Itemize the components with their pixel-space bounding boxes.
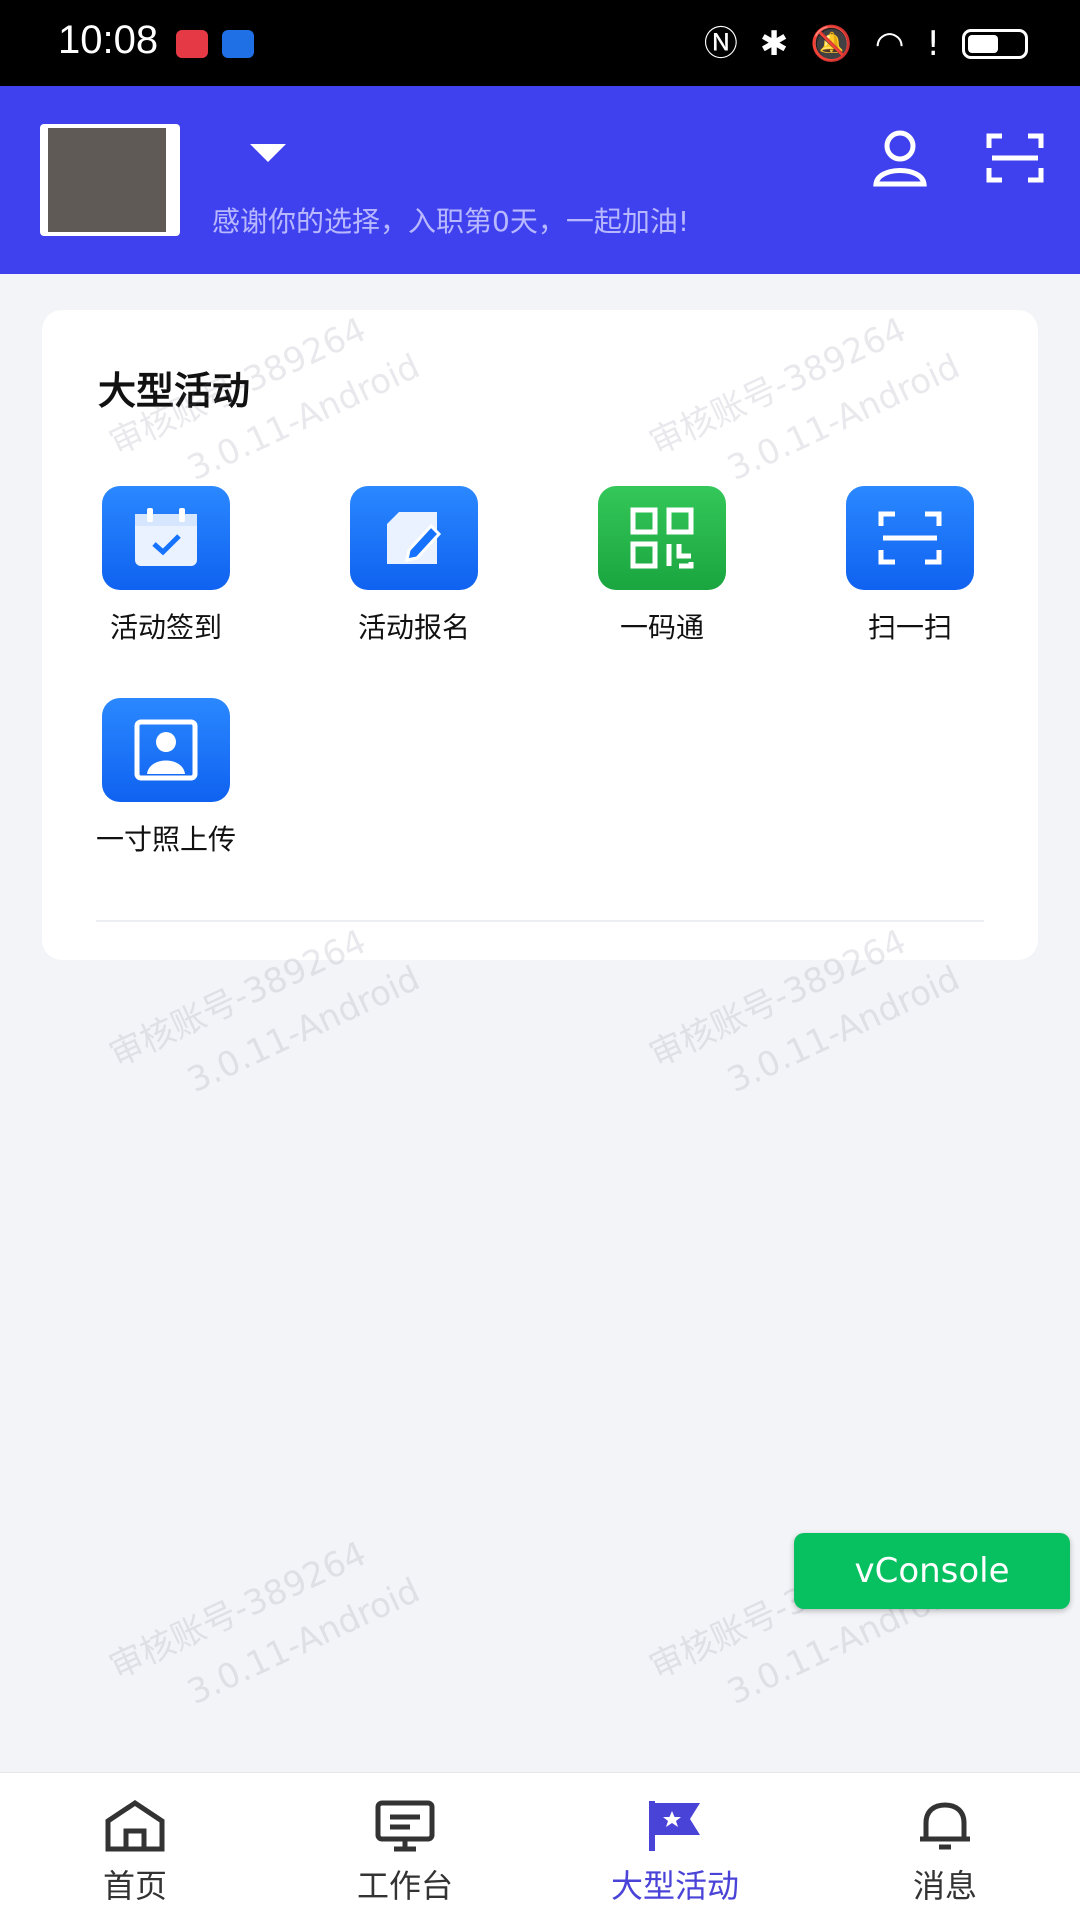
mute-icon: 🔕 bbox=[810, 24, 853, 64]
status-time: 10:08 bbox=[58, 18, 159, 62]
tile-label: 扫一扫 bbox=[867, 611, 952, 644]
activity-signin-tile[interactable]: 活动签到 bbox=[56, 486, 276, 646]
tab-large-events[interactable]: 大型活动 bbox=[540, 1773, 810, 1921]
card-title: 大型活动 bbox=[98, 369, 251, 413]
tile-label: 活动报名 bbox=[357, 611, 470, 644]
qr-pass-tile[interactable]: 一码通 bbox=[552, 486, 772, 646]
qr-code-icon bbox=[598, 486, 726, 590]
flag-icon bbox=[649, 1801, 700, 1851]
status-bar: 10:08 Ⓝ ✱ 🔕 ◠ ! bbox=[0, 0, 1080, 86]
battery-icon bbox=[962, 29, 1028, 59]
bottom-tab-bar: 首页 工作台 大型活动 消息 bbox=[0, 1772, 1080, 1921]
id-photo-icon bbox=[102, 698, 230, 802]
calendar-check-icon bbox=[102, 486, 230, 590]
alert-icon: ! bbox=[926, 24, 940, 64]
tab-label: 工作台 bbox=[356, 1867, 453, 1905]
tab-home[interactable]: 首页 bbox=[0, 1773, 270, 1921]
tile-label: 活动签到 bbox=[109, 611, 222, 644]
tab-label: 首页 bbox=[102, 1867, 167, 1905]
scan-tile[interactable]: 扫一扫 bbox=[800, 486, 1020, 646]
avatar[interactable] bbox=[40, 124, 180, 236]
scan-icon[interactable] bbox=[986, 132, 1044, 184]
home-icon bbox=[105, 1799, 165, 1852]
activity-card: 大型活动 活动签到 活动报名 一码通 扫一扫 一寸照上传 bbox=[42, 310, 1038, 960]
header: 感谢你的选择，入职第0天，一起加油! bbox=[0, 86, 1080, 274]
edit-form-icon bbox=[350, 486, 478, 590]
tab-workbench[interactable]: 工作台 bbox=[270, 1773, 540, 1921]
tab-label: 大型活动 bbox=[610, 1867, 739, 1905]
vconsole-button[interactable]: vConsole bbox=[794, 1533, 1070, 1609]
watermark: 审核账号-3892643.0.11-Android bbox=[103, 1533, 426, 1713]
app-notification-icon bbox=[222, 30, 254, 58]
id-photo-upload-tile[interactable]: 一寸照上传 bbox=[56, 698, 276, 858]
tile-label: 一寸照上传 bbox=[95, 823, 236, 856]
tile-label: 一码通 bbox=[619, 611, 704, 644]
greeting-text: 感谢你的选择，入职第0天，一起加油! bbox=[212, 205, 690, 238]
app-notification-icon bbox=[176, 30, 208, 58]
dropdown-caret-icon[interactable] bbox=[250, 144, 286, 162]
scan-icon bbox=[846, 486, 974, 590]
tab-label: 消息 bbox=[912, 1867, 977, 1905]
monitor-icon bbox=[375, 1800, 435, 1852]
wifi-icon: ◠ bbox=[874, 24, 905, 64]
system-icons: Ⓝ ✱ 🔕 ◠ ! bbox=[704, 24, 1028, 64]
profile-icon[interactable] bbox=[872, 128, 928, 188]
nfc-icon: Ⓝ bbox=[703, 24, 738, 64]
bluetooth-icon: ✱ bbox=[759, 24, 789, 64]
divider bbox=[96, 920, 984, 922]
activity-register-tile[interactable]: 活动报名 bbox=[304, 486, 524, 646]
tab-messages[interactable]: 消息 bbox=[810, 1773, 1080, 1921]
bell-icon bbox=[920, 1802, 970, 1850]
